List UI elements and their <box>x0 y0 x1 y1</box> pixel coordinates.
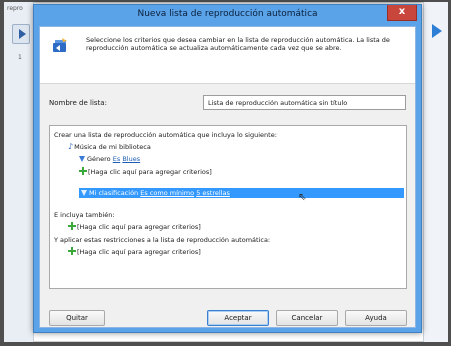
add-criteria-label[interactable]: [Haga clic aquí para agregar criterios] <box>88 168 212 176</box>
background-left-number: 1 <box>18 54 22 61</box>
rating-value-link[interactable]: 5 estrellas <box>196 189 230 197</box>
add-criteria-row-2[interactable]: [Haga clic aquí para agregar criterios] <box>68 222 201 231</box>
mouse-cursor-icon: ⇖ <box>298 192 307 203</box>
header-band: Seleccione los criterios que desea cambi… <box>40 27 415 84</box>
play-icon[interactable] <box>12 24 30 44</box>
restrictions-label: Y aplicar estas restricciones a la lista… <box>54 236 271 244</box>
add-criteria-label[interactable]: [Haga clic aquí para agregar criterios] <box>77 223 201 231</box>
background-left-label: repro <box>7 5 23 12</box>
cancel-button[interactable]: Cancelar <box>276 310 338 326</box>
genre-criterion-row[interactable]: Género Es Blues <box>79 155 140 163</box>
close-button[interactable]: x <box>387 5 417 21</box>
rating-criterion-row[interactable]: Mi clasificación Es como mínimo 5 estrel… <box>79 188 404 198</box>
remove-button[interactable]: Quitar <box>49 310 105 326</box>
rating-field: Mi clasificación <box>89 189 139 197</box>
playlist-dialog: Nueva lista de reproducción automática x… <box>33 4 422 333</box>
ok-button[interactable]: Aceptar <box>207 310 269 326</box>
criteria-intro: Crear una lista de reproducción automáti… <box>54 131 277 139</box>
library-row[interactable]: ♪Música de mi biblioteca <box>68 142 151 151</box>
playlist-name-label: Nombre de lista: <box>49 99 107 107</box>
title-bar[interactable]: Nueva lista de reproducción automática x <box>34 5 421 25</box>
genre-field: Género <box>87 155 111 163</box>
dialog-body: Seleccione los criterios que desea cambi… <box>39 26 416 328</box>
filter-icon <box>81 190 87 196</box>
add-criteria-row-3[interactable]: [Haga clic aquí para agregar criterios] <box>68 247 201 256</box>
add-icon <box>79 167 87 175</box>
dialog-title: Nueva lista de reproducción automática <box>137 9 318 19</box>
add-icon <box>68 222 76 230</box>
genre-operator-link[interactable]: Es <box>113 155 121 163</box>
add-icon <box>68 247 76 255</box>
auto-playlist-icon <box>53 38 67 52</box>
help-button[interactable]: Ayuda <box>345 310 407 326</box>
genre-value-link[interactable]: Blues <box>122 155 140 163</box>
criteria-panel: Crear una lista de reproducción automáti… <box>49 125 407 289</box>
close-icon: x <box>398 6 406 17</box>
library-label: Música de mi biblioteca <box>74 143 151 151</box>
add-criteria-row-1[interactable]: [Haga clic aquí para agregar criterios] <box>79 167 212 176</box>
background-right-pane <box>423 2 448 342</box>
filter-icon <box>79 156 85 162</box>
rating-operator-link[interactable]: Es como mínimo <box>140 189 194 197</box>
also-include-label: E incluya también: <box>54 211 115 219</box>
dialog-description: Seleccione los criterios que desea cambi… <box>86 36 390 52</box>
playlist-name-input[interactable]: Lista de reproducción automática sin tít… <box>203 95 406 110</box>
background-left-pane: repro 1 <box>4 2 34 342</box>
add-criteria-label[interactable]: [Haga clic aquí para agregar criterios] <box>77 248 201 256</box>
play-arrow-icon[interactable] <box>432 24 442 38</box>
music-note-icon: ♪ <box>68 142 74 151</box>
